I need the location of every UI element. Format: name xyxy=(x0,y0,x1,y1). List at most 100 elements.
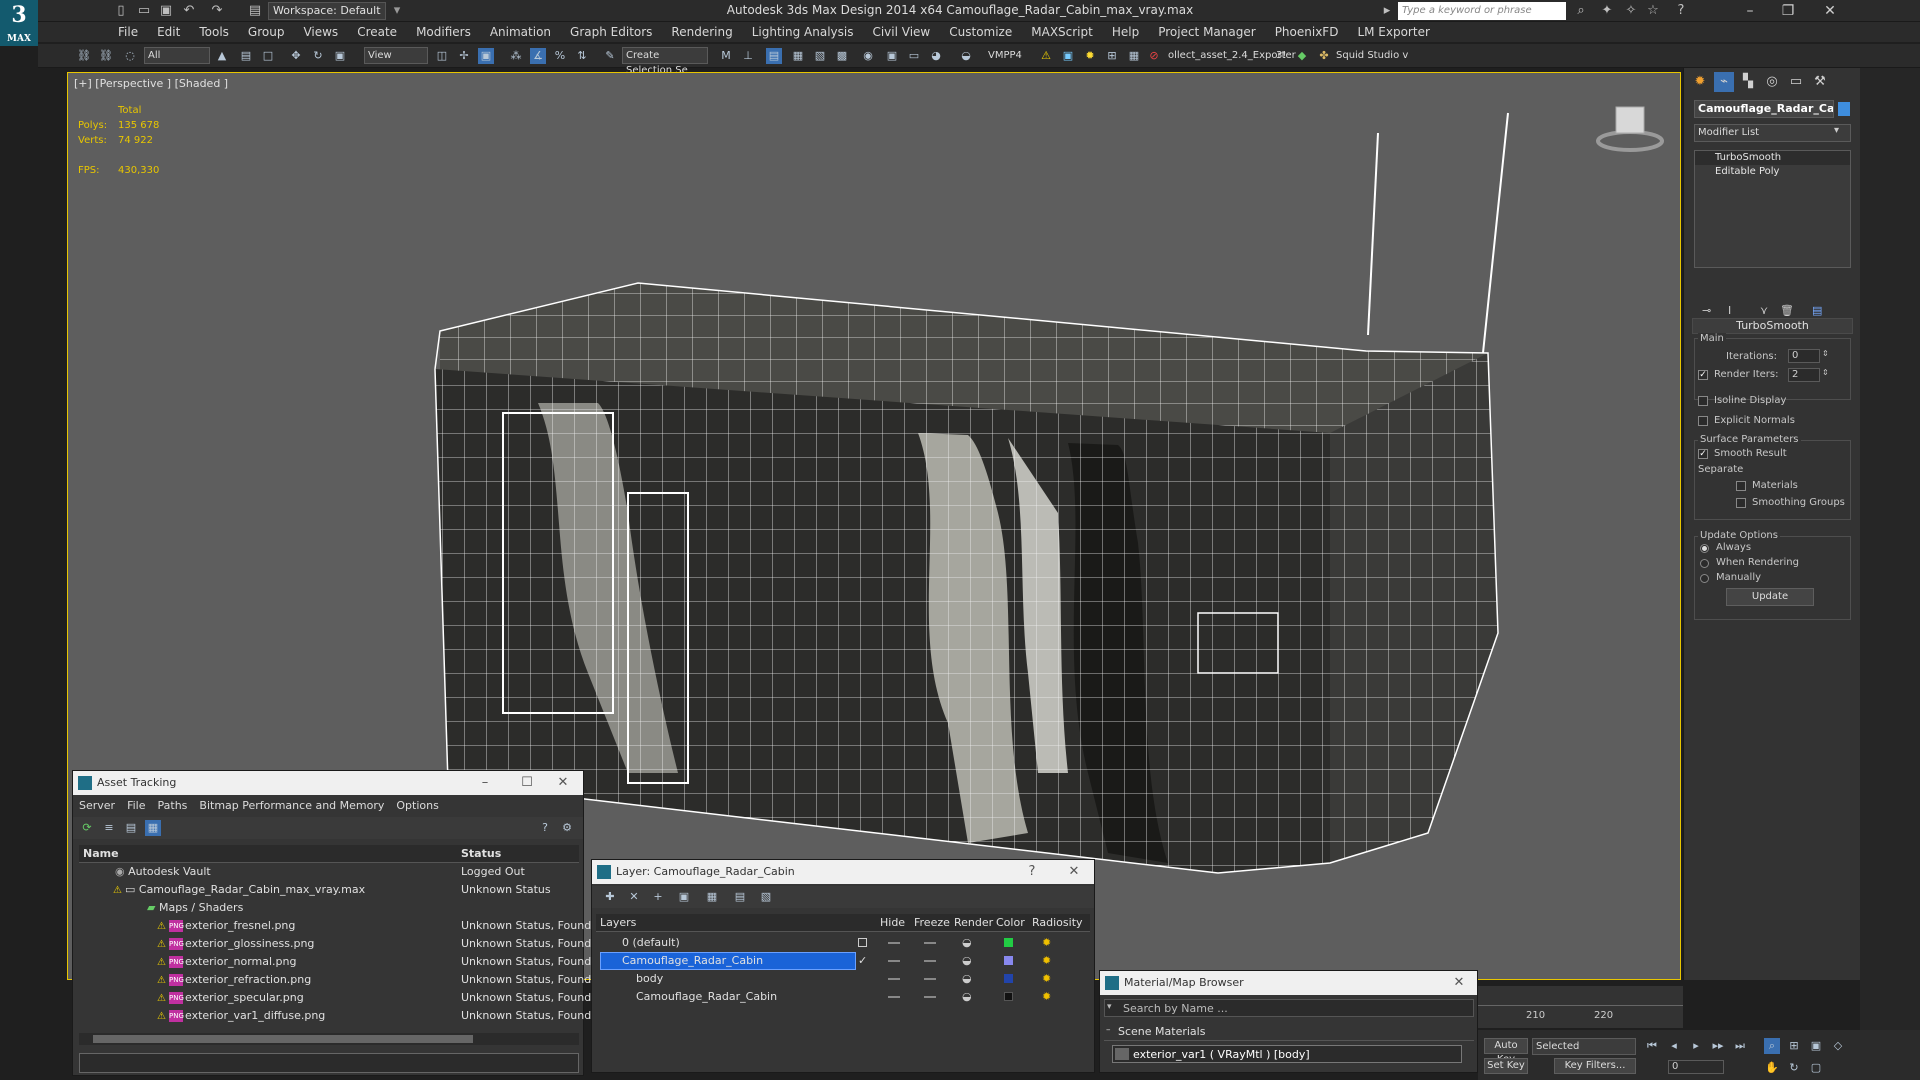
menu-item-graph-editors[interactable]: Graph Editors xyxy=(570,25,652,39)
help-icon[interactable]: ? xyxy=(1672,2,1690,20)
menu-item-bitmap-performance[interactable]: Bitmap Performance and Memory xyxy=(199,799,384,812)
layer-row[interactable]: Camouflage_Radar_Cabin ✓ ◒ ✹ xyxy=(596,952,1090,970)
image-icon[interactable]: ▣ xyxy=(1060,48,1076,64)
scale-icon[interactable]: ▣ xyxy=(332,48,348,64)
current-layer-checkbox[interactable] xyxy=(858,938,867,947)
radiosity-icon[interactable]: ✹ xyxy=(1042,934,1051,952)
close-icon[interactable]: ✕ xyxy=(1060,860,1088,884)
menu-item-modifiers[interactable]: Modifiers xyxy=(416,25,471,39)
tools-icon[interactable]: ✦ xyxy=(1598,2,1616,20)
table-row[interactable]: ⚠ PNGexterior_glossiness.png Unknown Statu… xyxy=(79,935,591,953)
asset-path-field[interactable] xyxy=(79,1053,579,1073)
column-layers[interactable]: Layers xyxy=(600,916,636,929)
close-icon[interactable]: ✕ xyxy=(549,771,577,795)
scrollbar-thumb[interactable] xyxy=(93,1035,473,1043)
current-layer-check-icon[interactable]: ✓ xyxy=(858,952,867,970)
freeze-toggle[interactable] xyxy=(924,942,936,944)
add-to-layer-icon[interactable]: + xyxy=(650,889,666,905)
refresh-icon[interactable]: ⟳ xyxy=(79,820,95,836)
motion-tab-icon[interactable]: ◎ xyxy=(1762,72,1782,92)
teapot-icon[interactable]: ◒ xyxy=(958,48,974,64)
show-end-result-icon[interactable]: Ⅰ xyxy=(1728,304,1731,317)
menu-item-file[interactable]: File xyxy=(127,799,145,812)
maximize-viewport-icon[interactable]: ▢ xyxy=(1808,1060,1824,1076)
zoom-all-icon[interactable]: ⊞ xyxy=(1786,1038,1802,1054)
material-editor-icon[interactable]: ◉ xyxy=(860,48,876,64)
table-row[interactable]: ⚠ PNGexterior_fresnel.png Unknown Status, … xyxy=(79,917,591,935)
layer-manager-icon[interactable]: ▤ xyxy=(766,48,782,64)
unlink-icon[interactable]: ⛓ xyxy=(98,48,114,64)
detail-view-icon[interactable]: ▤ xyxy=(123,820,139,836)
spinner-arrows-icon[interactable]: ⇕ xyxy=(1822,368,1829,377)
current-frame-field[interactable]: 0 xyxy=(1668,1060,1724,1074)
link-icon[interactable]: ⛓ xyxy=(76,48,92,64)
chevron-right-icon[interactable]: ▸ xyxy=(1378,2,1396,20)
turbosmooth-rollout-header[interactable]: TurboSmooth xyxy=(1692,318,1853,334)
make-unique-icon[interactable]: ⋎ xyxy=(1760,304,1768,317)
menu-item-tools[interactable]: Tools xyxy=(199,25,229,39)
chevron-down-icon[interactable]: ▾ xyxy=(388,2,406,20)
close-icon[interactable]: ✕ xyxy=(1445,971,1473,995)
pan-icon[interactable]: ✋ xyxy=(1764,1060,1780,1076)
maximize-icon[interactable]: ☐ xyxy=(513,771,541,795)
column-render[interactable]: Render xyxy=(954,916,993,929)
pin-stack-icon[interactable]: ⊸ xyxy=(1702,304,1711,317)
menu-item-lighting-analysis[interactable]: Lighting Analysis xyxy=(752,25,854,39)
curve-editor-icon[interactable]: ▧ xyxy=(812,48,828,64)
menu-item-maxscript[interactable]: MAXScript xyxy=(1031,25,1093,39)
column-freeze[interactable]: Freeze xyxy=(914,916,950,929)
explicit-normals-checkbox[interactable] xyxy=(1698,416,1708,426)
percent-snap-icon[interactable]: % xyxy=(552,48,568,64)
undo-icon[interactable]: ↶ xyxy=(180,2,198,20)
material-item[interactable]: exterior_var1 ( VRayMtl ) [body] xyxy=(1112,1045,1462,1063)
minimize-icon[interactable]: – xyxy=(471,771,499,795)
render-teapot-icon[interactable]: ◒ xyxy=(962,970,972,988)
materials-checkbox[interactable] xyxy=(1736,481,1746,491)
orbit-icon[interactable]: ↻ xyxy=(1786,1060,1802,1076)
column-hide[interactable]: Hide xyxy=(880,916,905,929)
select-region-icon[interactable]: □ xyxy=(260,48,276,64)
layer-row[interactable]: body ◒ ✹ xyxy=(596,970,1090,988)
stack-item-turbosmooth[interactable]: TurboSmooth xyxy=(1695,151,1850,165)
layer-color-swatch[interactable] xyxy=(1004,938,1013,947)
render-teapot-icon[interactable]: ◒ xyxy=(962,988,972,1006)
previous-frame-icon[interactable]: ◂ xyxy=(1666,1038,1682,1054)
select-icon[interactable]: ▲ xyxy=(214,48,230,64)
warning-icon[interactable]: ⚠ xyxy=(1038,48,1054,64)
always-radio[interactable] xyxy=(1700,544,1709,553)
bind-icon[interactable]: ◌ xyxy=(122,48,138,64)
hide-toggle[interactable] xyxy=(888,978,900,980)
menu-item-lm-exporter[interactable]: LM Exporter xyxy=(1357,25,1429,39)
table-row[interactable]: ⚠ PNGexterior_specular.png Unknown Status,… xyxy=(79,989,591,1007)
object-name-field[interactable]: Camouflage_Radar_Cabin xyxy=(1694,100,1834,118)
menu-item-rendering[interactable]: Rendering xyxy=(671,25,732,39)
exchange-icon[interactable]: ✧ xyxy=(1622,2,1640,20)
named-selection-dropdown[interactable]: Create Selection Se xyxy=(622,47,708,76)
column-radiosity[interactable]: Radiosity xyxy=(1032,916,1083,929)
create-tab-icon[interactable]: ✹ xyxy=(1690,72,1710,92)
save-icon[interactable]: ▣ xyxy=(157,2,175,20)
app-logo[interactable]: MAX 3 xyxy=(0,0,38,46)
modify-tab-icon[interactable]: ⌁ xyxy=(1714,72,1734,92)
grid-icon[interactable]: ⊞ xyxy=(1104,48,1120,64)
binoculars-icon[interactable]: ⌕ xyxy=(1572,2,1590,20)
open-file-icon[interactable]: ▭ xyxy=(135,2,153,20)
hide-toggle[interactable] xyxy=(888,942,900,944)
manually-radio[interactable] xyxy=(1700,574,1709,583)
expand-arrow-icon[interactable]: ▾ xyxy=(1107,1002,1112,1012)
freeze-toggle[interactable] xyxy=(924,996,936,998)
time-ruler[interactable] xyxy=(1478,992,1683,1006)
hide-toggle[interactable] xyxy=(888,960,900,962)
search-input[interactable]: Type a keyword or phrase xyxy=(1398,2,1566,20)
angle-snap-icon[interactable]: ∡ xyxy=(530,48,546,64)
radiosity-icon[interactable]: ✹ xyxy=(1042,988,1051,1006)
help-icon[interactable]: ? xyxy=(1018,860,1046,884)
delete-layer-icon[interactable]: ✕ xyxy=(626,889,642,905)
vray-icon[interactable]: ◆ xyxy=(1294,48,1310,64)
table-row[interactable]: ⚠ PNGexterior_normal.png Unknown Status, F… xyxy=(79,953,591,971)
iterations-spinner[interactable]: 0 xyxy=(1788,349,1820,363)
hide-toggle[interactable] xyxy=(888,996,900,998)
next-frame-icon[interactable]: ▸▸ xyxy=(1710,1038,1726,1054)
freeze-toggle[interactable] xyxy=(924,960,936,962)
workspace-dropdown[interactable]: Workspace: Default xyxy=(268,2,386,20)
